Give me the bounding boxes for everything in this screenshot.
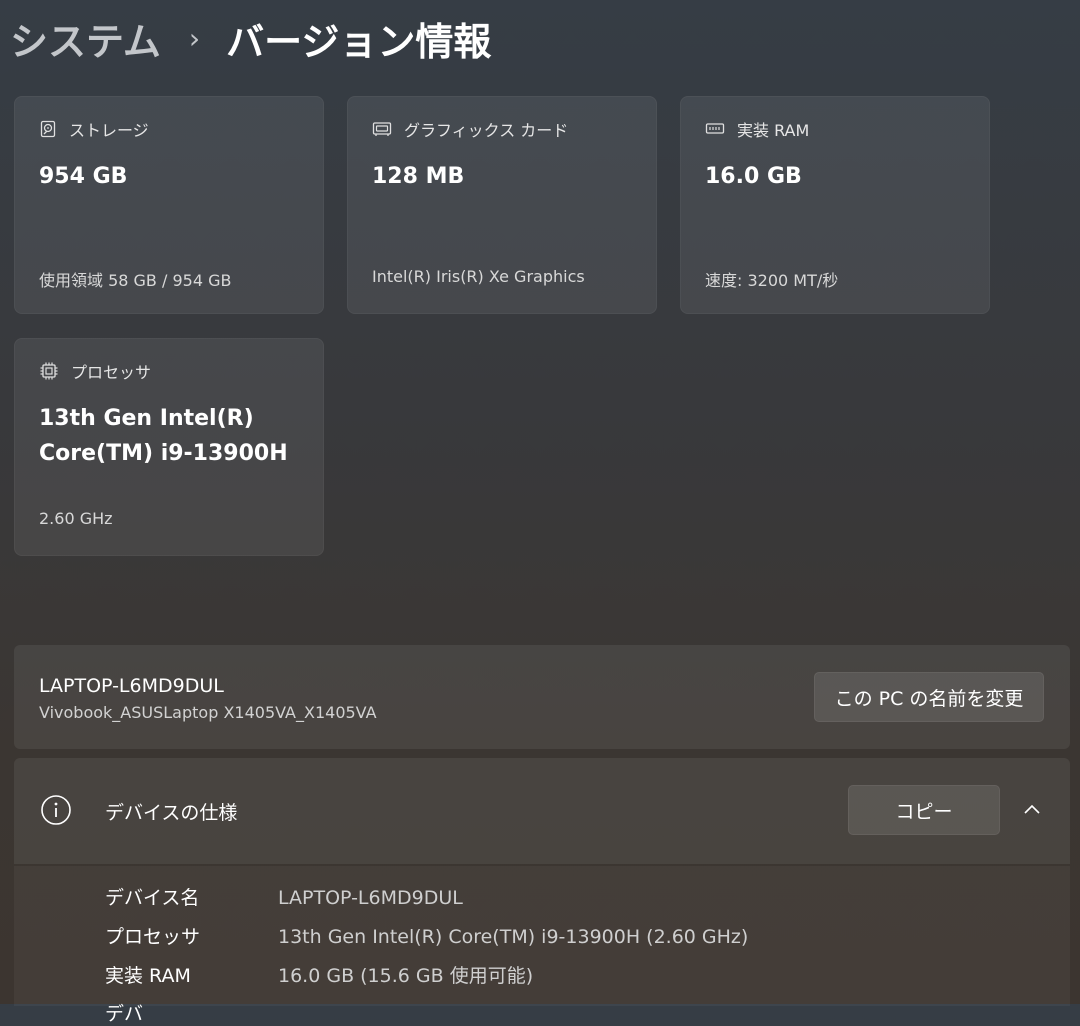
graphics-card-model: Intel(R) Iris(R) Xe Graphics	[372, 267, 585, 286]
spec-value: 13th Gen Intel(R) Core(TM) i9-13900H (2.…	[278, 926, 749, 948]
processor-icon	[40, 362, 58, 380]
spec-label: プロセッサ	[105, 926, 201, 948]
spec-value: LAPTOP-L6MD9DUL	[278, 887, 463, 909]
spec-label: デバイス名	[105, 887, 200, 909]
processor-card-clock: 2.60 GHz	[39, 509, 113, 528]
spec-row: デバイス名 LAPTOP-L6MD9DUL	[105, 883, 463, 910]
processor-card-value: 13th Gen Intel(R) Core(TM) i9-13900H	[39, 401, 309, 471]
hard-drive-icon	[40, 120, 56, 138]
ram-card: 実装 RAM 16.0 GB 速度: 3200 MT/秒	[680, 96, 990, 314]
ram-card-header: 実装 RAM	[705, 117, 809, 141]
storage-card: ストレージ 954 GB 使用領域 58 GB / 954 GB	[14, 96, 324, 314]
graphics-card-title: グラフィックス カード	[404, 121, 569, 140]
graphics-card-card: グラフィックス カード 128 MB Intel(R) Iris(R) Xe G…	[347, 96, 657, 314]
spec-label-partial: デバ	[105, 1003, 144, 1025]
processor-card-title: プロセッサ	[71, 363, 152, 382]
copy-button[interactable]: コピー	[848, 785, 1000, 835]
storage-card-title: ストレージ	[69, 121, 149, 140]
info-icon	[41, 795, 71, 825]
memory-icon	[705, 123, 725, 134]
chevron-up-icon[interactable]	[1022, 800, 1042, 820]
page-title: バージョン情報	[226, 19, 492, 64]
ram-card-title: 実装 RAM	[737, 121, 810, 140]
pc-name: LAPTOP-L6MD9DUL	[39, 675, 224, 697]
breadcrumb-separator: ›	[188, 21, 201, 55]
device-specs-body: デバイス名 LAPTOP-L6MD9DUL プロセッサ 13th Gen Intel…	[14, 866, 1070, 1025]
spec-label: 実装 RAM	[105, 965, 191, 987]
storage-card-header: ストレージ	[39, 117, 149, 141]
spec-value: 16.0 GB (15.6 GB 使用可能)	[278, 965, 534, 987]
storage-card-usage: 使用領域 58 GB / 954 GB	[39, 271, 232, 290]
spec-row: 実装 RAM 16.0 GB (15.6 GB 使用可能)	[105, 961, 533, 988]
ram-card-speed: 速度: 3200 MT/秒	[705, 271, 839, 290]
pc-name-panel: LAPTOP-L6MD9DUL Vivobook_ASUSLaptop X140…	[14, 645, 1070, 749]
rename-pc-button[interactable]: この PC の名前を変更	[814, 672, 1044, 722]
device-specs-header[interactable]: デバイスの仕様 コピー	[14, 758, 1070, 864]
graphics-card-header: グラフィックス カード	[372, 117, 568, 141]
pc-model: Vivobook_ASUSLaptop X1405VA_X1405VA	[39, 703, 377, 722]
processor-card-value-line2: Core(TM) i9-13900H	[39, 441, 288, 466]
breadcrumb: システム › バージョン情報	[10, 10, 491, 66]
ram-card-value: 16.0 GB	[705, 164, 802, 189]
spec-row: プロセッサ 13th Gen Intel(R) Core(TM) i9-13900…	[105, 922, 748, 949]
breadcrumb-system-link[interactable]: システム	[10, 11, 161, 66]
graphics-card-icon	[372, 122, 392, 136]
graphics-card-value: 128 MB	[372, 164, 465, 189]
processor-card: プロセッサ 13th Gen Intel(R) Core(TM) i9-1390…	[14, 338, 324, 556]
storage-card-value: 954 GB	[39, 164, 128, 189]
processor-card-header: プロセッサ	[39, 359, 151, 383]
device-specs-title: デバイスの仕様	[105, 802, 238, 824]
processor-card-value-line1: 13th Gen Intel(R)	[39, 406, 254, 431]
